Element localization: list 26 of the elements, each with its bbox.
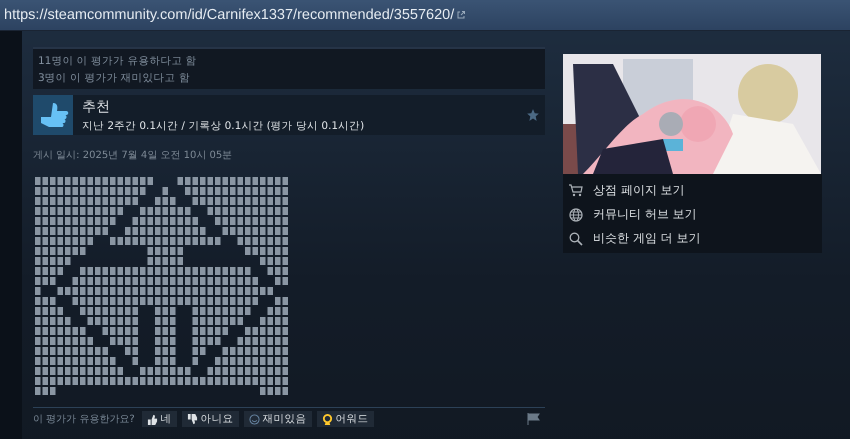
thumbs-up-icon	[33, 95, 73, 135]
url-text: https://steamcommunity.com/id/Carnifex1337/recommended/3557620/	[4, 7, 454, 23]
vote-button[interactable]: 아니요	[182, 411, 239, 427]
vote-button[interactable]: 재미있음	[244, 411, 312, 427]
game-link[interactable]: 커뮤니티 허브 보기	[569, 206, 816, 223]
globe-icon	[569, 208, 583, 222]
game-link[interactable]: 비슷한 게임 더 보기	[569, 230, 816, 247]
vote-button[interactable]: 네	[142, 411, 177, 427]
playtime-text: 지난 2주간 0.1시간 / 기록상 0.1시간 (평가 당시 0.1시간)	[82, 118, 366, 132]
smiley-icon	[248, 414, 260, 424]
game-link[interactable]: 상점 페이지 보기	[569, 182, 816, 199]
external-link-icon	[457, 11, 466, 19]
posted-date: 게시 일시: 2025년 7월 4일 오전 10시 05분	[33, 149, 234, 162]
thumbs-down-icon	[186, 414, 198, 424]
cart-icon	[569, 184, 583, 197]
address-bar[interactable]: https://steamcommunity.com/id/Carnifex1337/recommended/3557620/	[0, 0, 850, 31]
helpful-question: 이 평가가 유용한가요?	[33, 413, 135, 426]
rating-text: 3명이 이 평가가 재미있다고 함	[38, 71, 192, 85]
thumbs-up-icon	[146, 414, 158, 424]
vote-button[interactable]: 어워드	[316, 411, 374, 427]
verdict-title: 추천	[82, 98, 111, 116]
star-icon[interactable]	[526, 108, 540, 122]
rating-text: 11명이 이 평가가 유용하다고 함	[38, 54, 198, 68]
flag-icon[interactable]	[527, 413, 541, 425]
award-icon	[322, 414, 333, 424]
search-icon	[569, 232, 583, 246]
